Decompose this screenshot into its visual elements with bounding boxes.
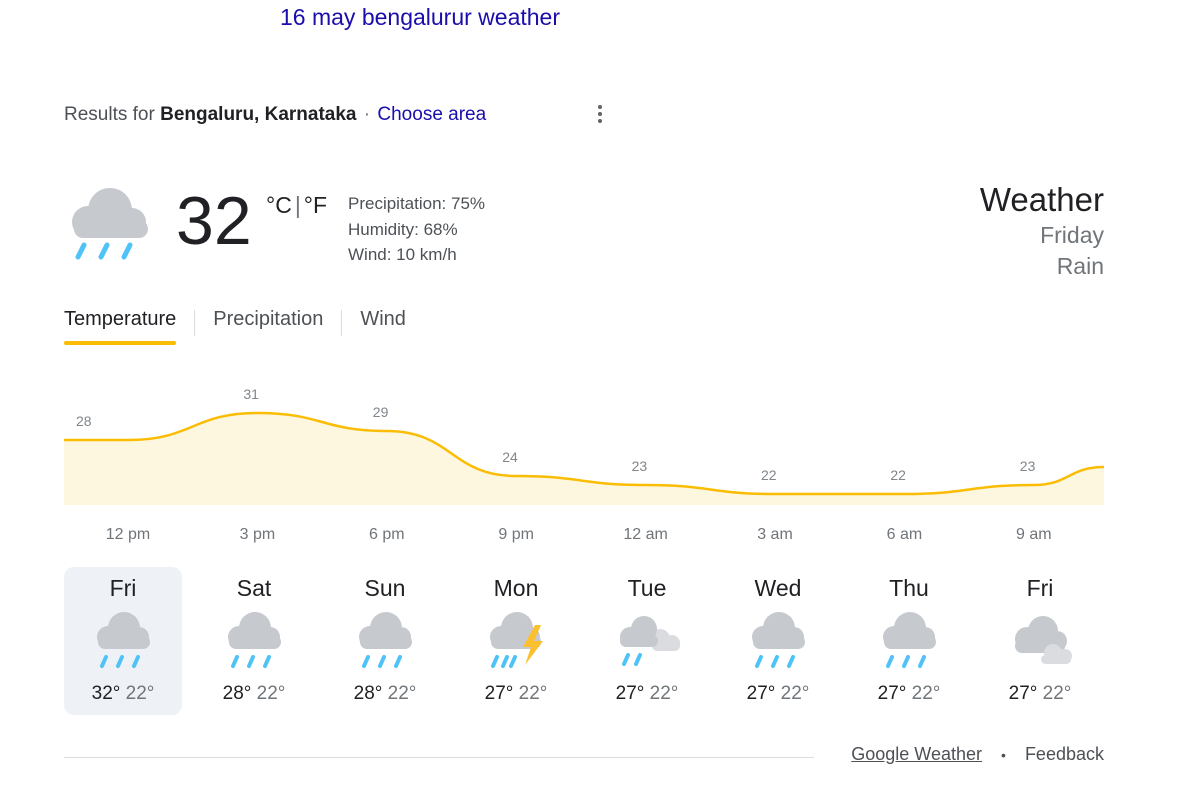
google-weather-link[interactable]: Google Weather [851,744,982,764]
forecast-day[interactable]: Fri 27° 22° [981,567,1099,715]
day-temps: 27° 22° [457,683,575,705]
low-temp: 22° [649,683,679,704]
low-temp: 22° [125,683,155,704]
location-name: Bengaluru, Karnataka [160,104,357,125]
forecast-day[interactable]: Fri 32° 22° [64,567,182,715]
fahrenheit-toggle[interactable]: °F [304,192,327,218]
forecast-day[interactable]: Sat 28° 22° [195,567,313,715]
day-name: Fri [1026,575,1054,601]
day-temps: 32° 22° [64,683,182,705]
tab-divider [341,309,343,336]
low-temp: 22° [387,683,417,704]
temp-data-label: 23 [632,458,648,474]
time-label: 6 am [886,526,923,543]
high-temp: 27° [877,683,907,704]
low-temp: 22° [518,683,548,704]
rain-cloud-icon [66,186,156,271]
more-options-icon[interactable] [590,102,610,128]
tab-wind[interactable]: Wind [360,304,406,341]
high-temp: 28° [222,683,252,704]
rain-cloud-icon [878,611,942,680]
day-temps: 28° 22° [326,683,444,705]
wind-value: Wind: 10 km/h [348,245,457,264]
time-label: 9 pm [498,526,534,543]
day-name: Tue [627,575,667,601]
forecast-day[interactable]: Thu 27° 22° [850,567,968,715]
time-label: 3 am [757,526,793,543]
high-temp: 32° [91,683,121,704]
temp-data-label: 24 [502,449,518,465]
forecast-day[interactable]: Sun 28° 22° [326,567,444,715]
tab-temperature[interactable]: Temperature [64,304,177,345]
high-temp: 27° [746,683,776,704]
results-prefix: Results for [64,104,155,125]
tab-precipitation[interactable]: Precipitation [213,304,323,341]
time-label: 9 am [1016,526,1052,543]
unit-toggle: °C | °F [266,192,327,219]
rain-cloud-icon [354,611,418,680]
time-label: 6 pm [369,526,405,543]
weather-day: Friday [1040,222,1104,248]
location-separator: · [363,104,371,125]
low-temp: 22° [780,683,810,704]
day-name: Sat [236,575,272,601]
high-temp: 27° [484,683,514,704]
weather-details: Precipitation: 75% Humidity: 68% Wind: 1… [348,191,485,268]
thunderstorm-icon [485,611,549,680]
day-temps: 27° 22° [981,683,1099,705]
weather-title: Weather [979,181,1104,218]
footer-divider [64,757,814,758]
cloudy-icon [1009,611,1073,680]
rain-cloud-icon [92,611,156,680]
temperature-chart: 28 31 29 24 23 22 22 23 [64,386,1105,505]
current-temperature: 32 [176,183,252,259]
rain-cloud-icon [747,611,811,680]
time-label: 3 pm [239,526,276,543]
day-name: Wed [754,575,802,601]
humidity-value: Humidity: 68% [348,219,458,239]
day-name: Mon [493,575,539,601]
precipitation-value: Precipitation: 75% [348,194,486,213]
low-temp: 22° [1042,683,1072,704]
high-temp: 28° [353,683,383,704]
celsius-toggle[interactable]: °C [266,192,292,218]
rain-cloudy-icon [616,611,680,680]
feedback-link[interactable]: Feedback [1025,744,1104,764]
temp-data-label: 22 [890,467,906,483]
unit-separator: | [294,192,301,218]
weather-header: Weather Friday Rain [980,180,1104,282]
day-name: Thu [889,575,929,601]
temp-data-label: 29 [373,404,389,420]
time-label: 12 am [623,526,668,543]
footer: Google Weather • Feedback [851,744,1104,765]
tab-divider [194,309,196,336]
time-label: 12 pm [105,526,151,543]
chart-tabs: Temperature Precipitation Wind [64,304,406,345]
temp-data-label: 28 [76,413,92,429]
high-temp: 27° [615,683,645,704]
search-query[interactable]: 16 may bengalurur weather [280,4,560,31]
weather-condition: Rain [1056,253,1104,279]
rain-cloud-icon [223,611,287,680]
forecast-day[interactable]: Tue 27° 22° [588,567,706,715]
low-temp: 22° [256,683,286,704]
choose-area-link[interactable]: Choose area [377,104,486,125]
high-temp: 27° [1008,683,1038,704]
day-temps: 28° 22° [195,683,313,705]
forecast-day[interactable]: Mon 27° 22° [457,567,575,715]
forecast-day[interactable]: Wed 27° 22° [719,567,837,715]
day-name: Fri [109,575,137,601]
footer-dot: • [1001,747,1006,763]
location-line: Results for Bengaluru, Karnataka · Choos… [64,104,486,126]
day-temps: 27° 22° [850,683,968,705]
day-temps: 27° 22° [588,683,706,705]
day-temps: 27° 22° [719,683,837,705]
low-temp: 22° [911,683,941,704]
temp-data-label: 31 [243,386,259,402]
temp-data-label: 22 [761,467,777,483]
day-name: Sun [364,575,406,601]
temp-data-label: 23 [1020,458,1036,474]
